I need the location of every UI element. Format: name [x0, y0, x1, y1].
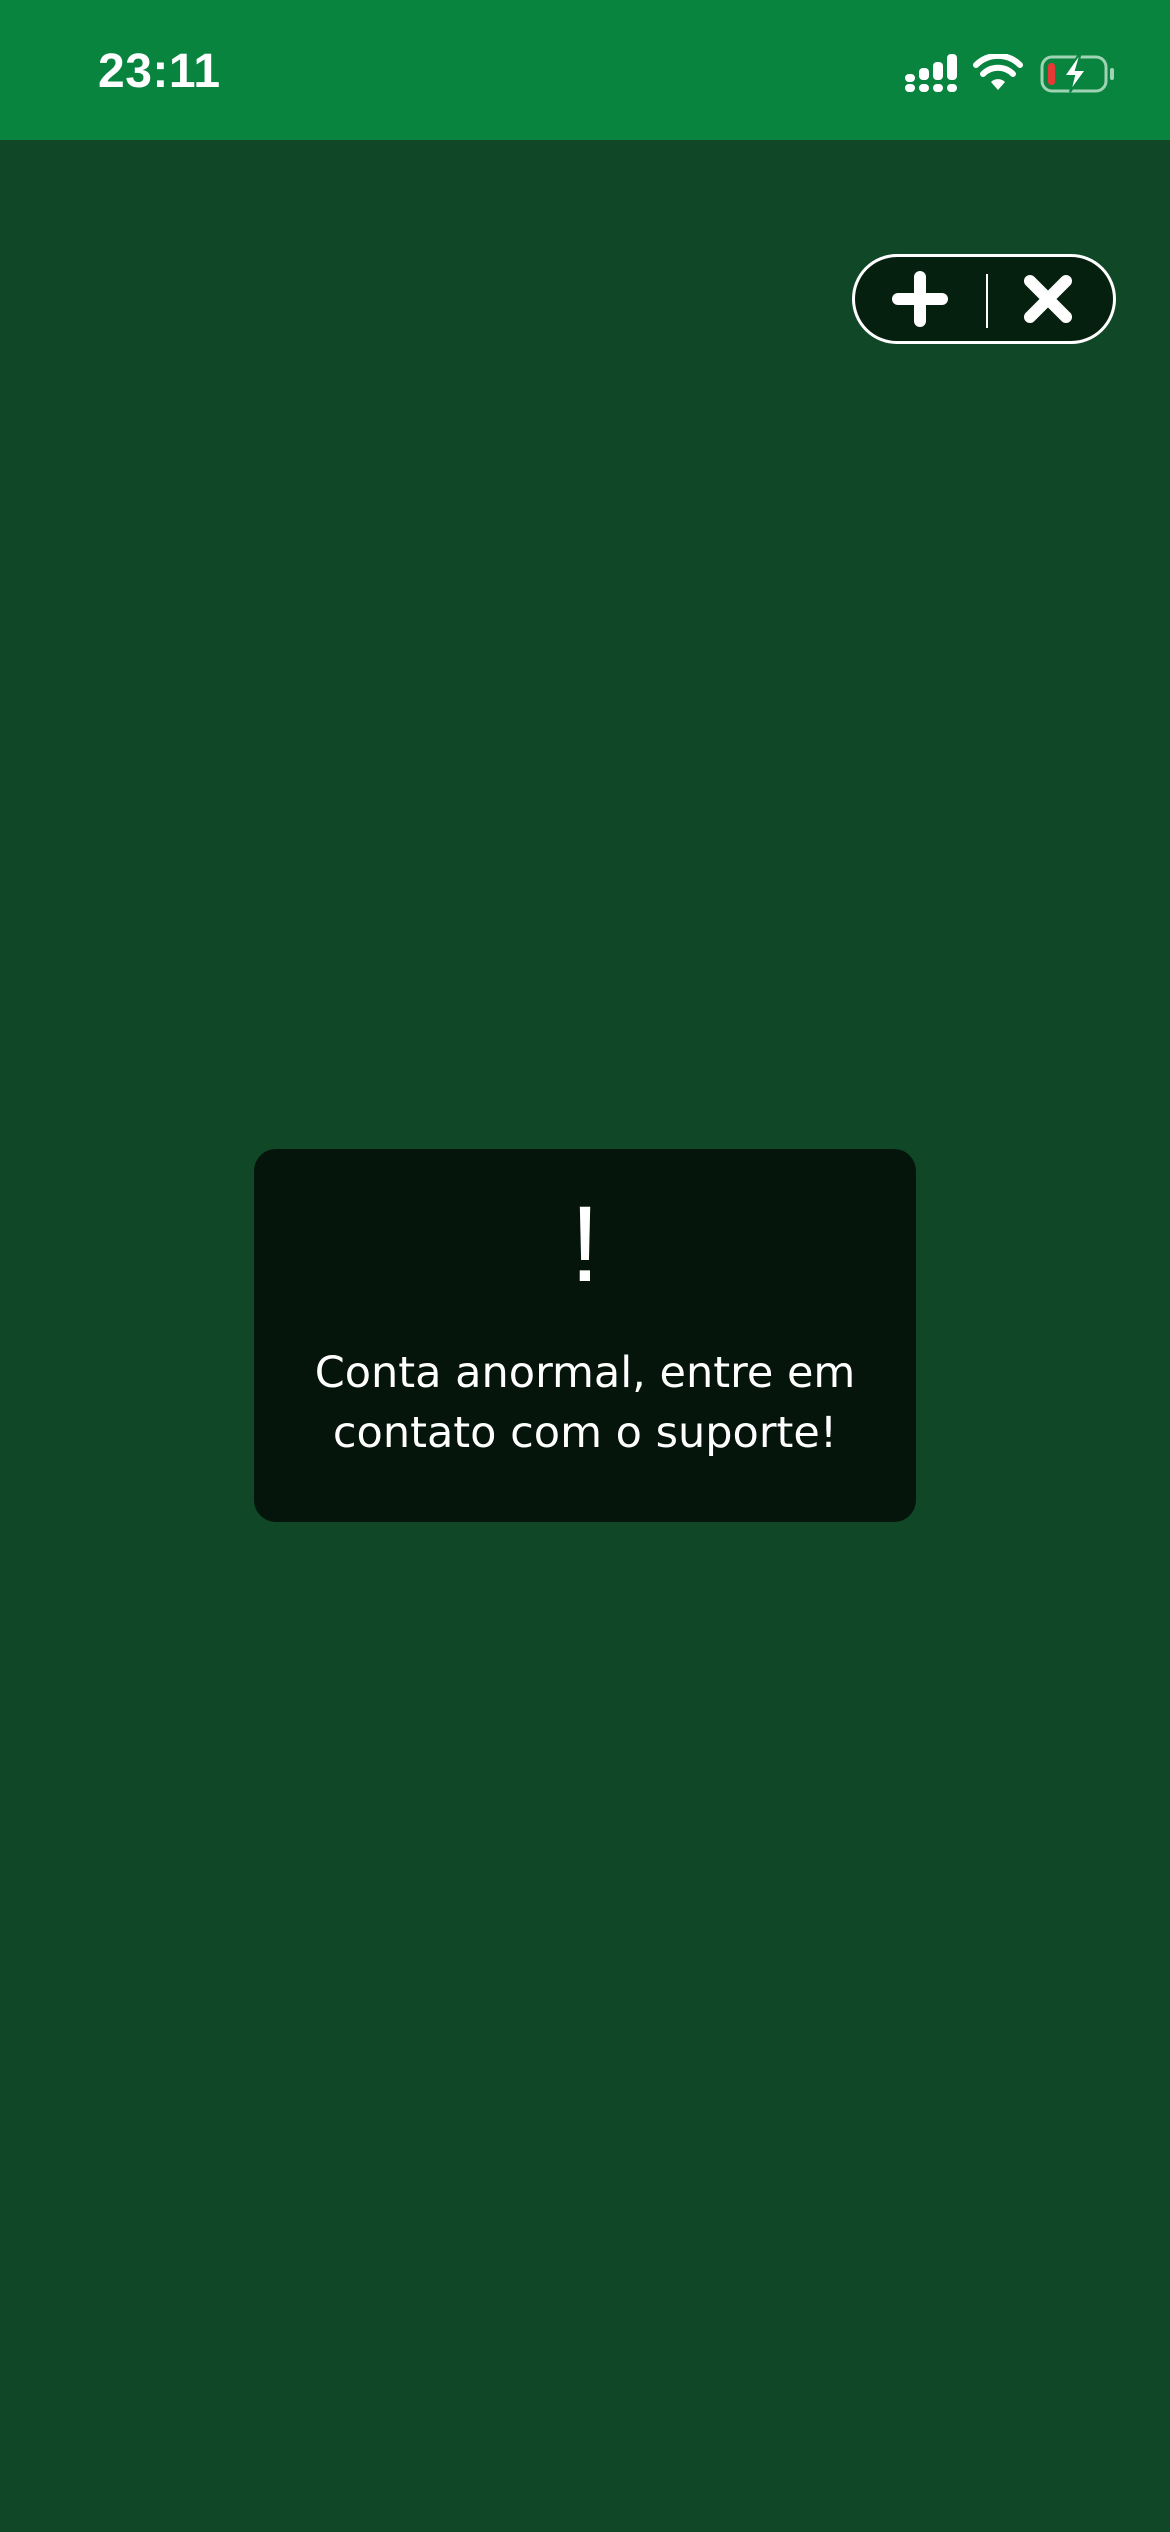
close-icon — [1024, 275, 1072, 323]
wifi-icon — [973, 54, 1023, 90]
status-bar: 23:11 — [0, 0, 1170, 140]
close-button[interactable] — [983, 257, 1113, 341]
exclamation-icon: ! — [569, 1183, 600, 1304]
add-icon — [892, 271, 948, 327]
status-time: 23:11 — [98, 45, 221, 98]
battery-charging-icon — [1040, 55, 1114, 93]
signal-icon — [905, 54, 957, 92]
toast-message: Conta anormal, entre em contato com o su… — [314, 1348, 856, 1458]
error-toast: ! Conta anormal, entre em contato com o … — [254, 1149, 916, 1522]
add-button[interactable] — [855, 257, 985, 341]
mini-program-capsule — [852, 254, 1116, 344]
